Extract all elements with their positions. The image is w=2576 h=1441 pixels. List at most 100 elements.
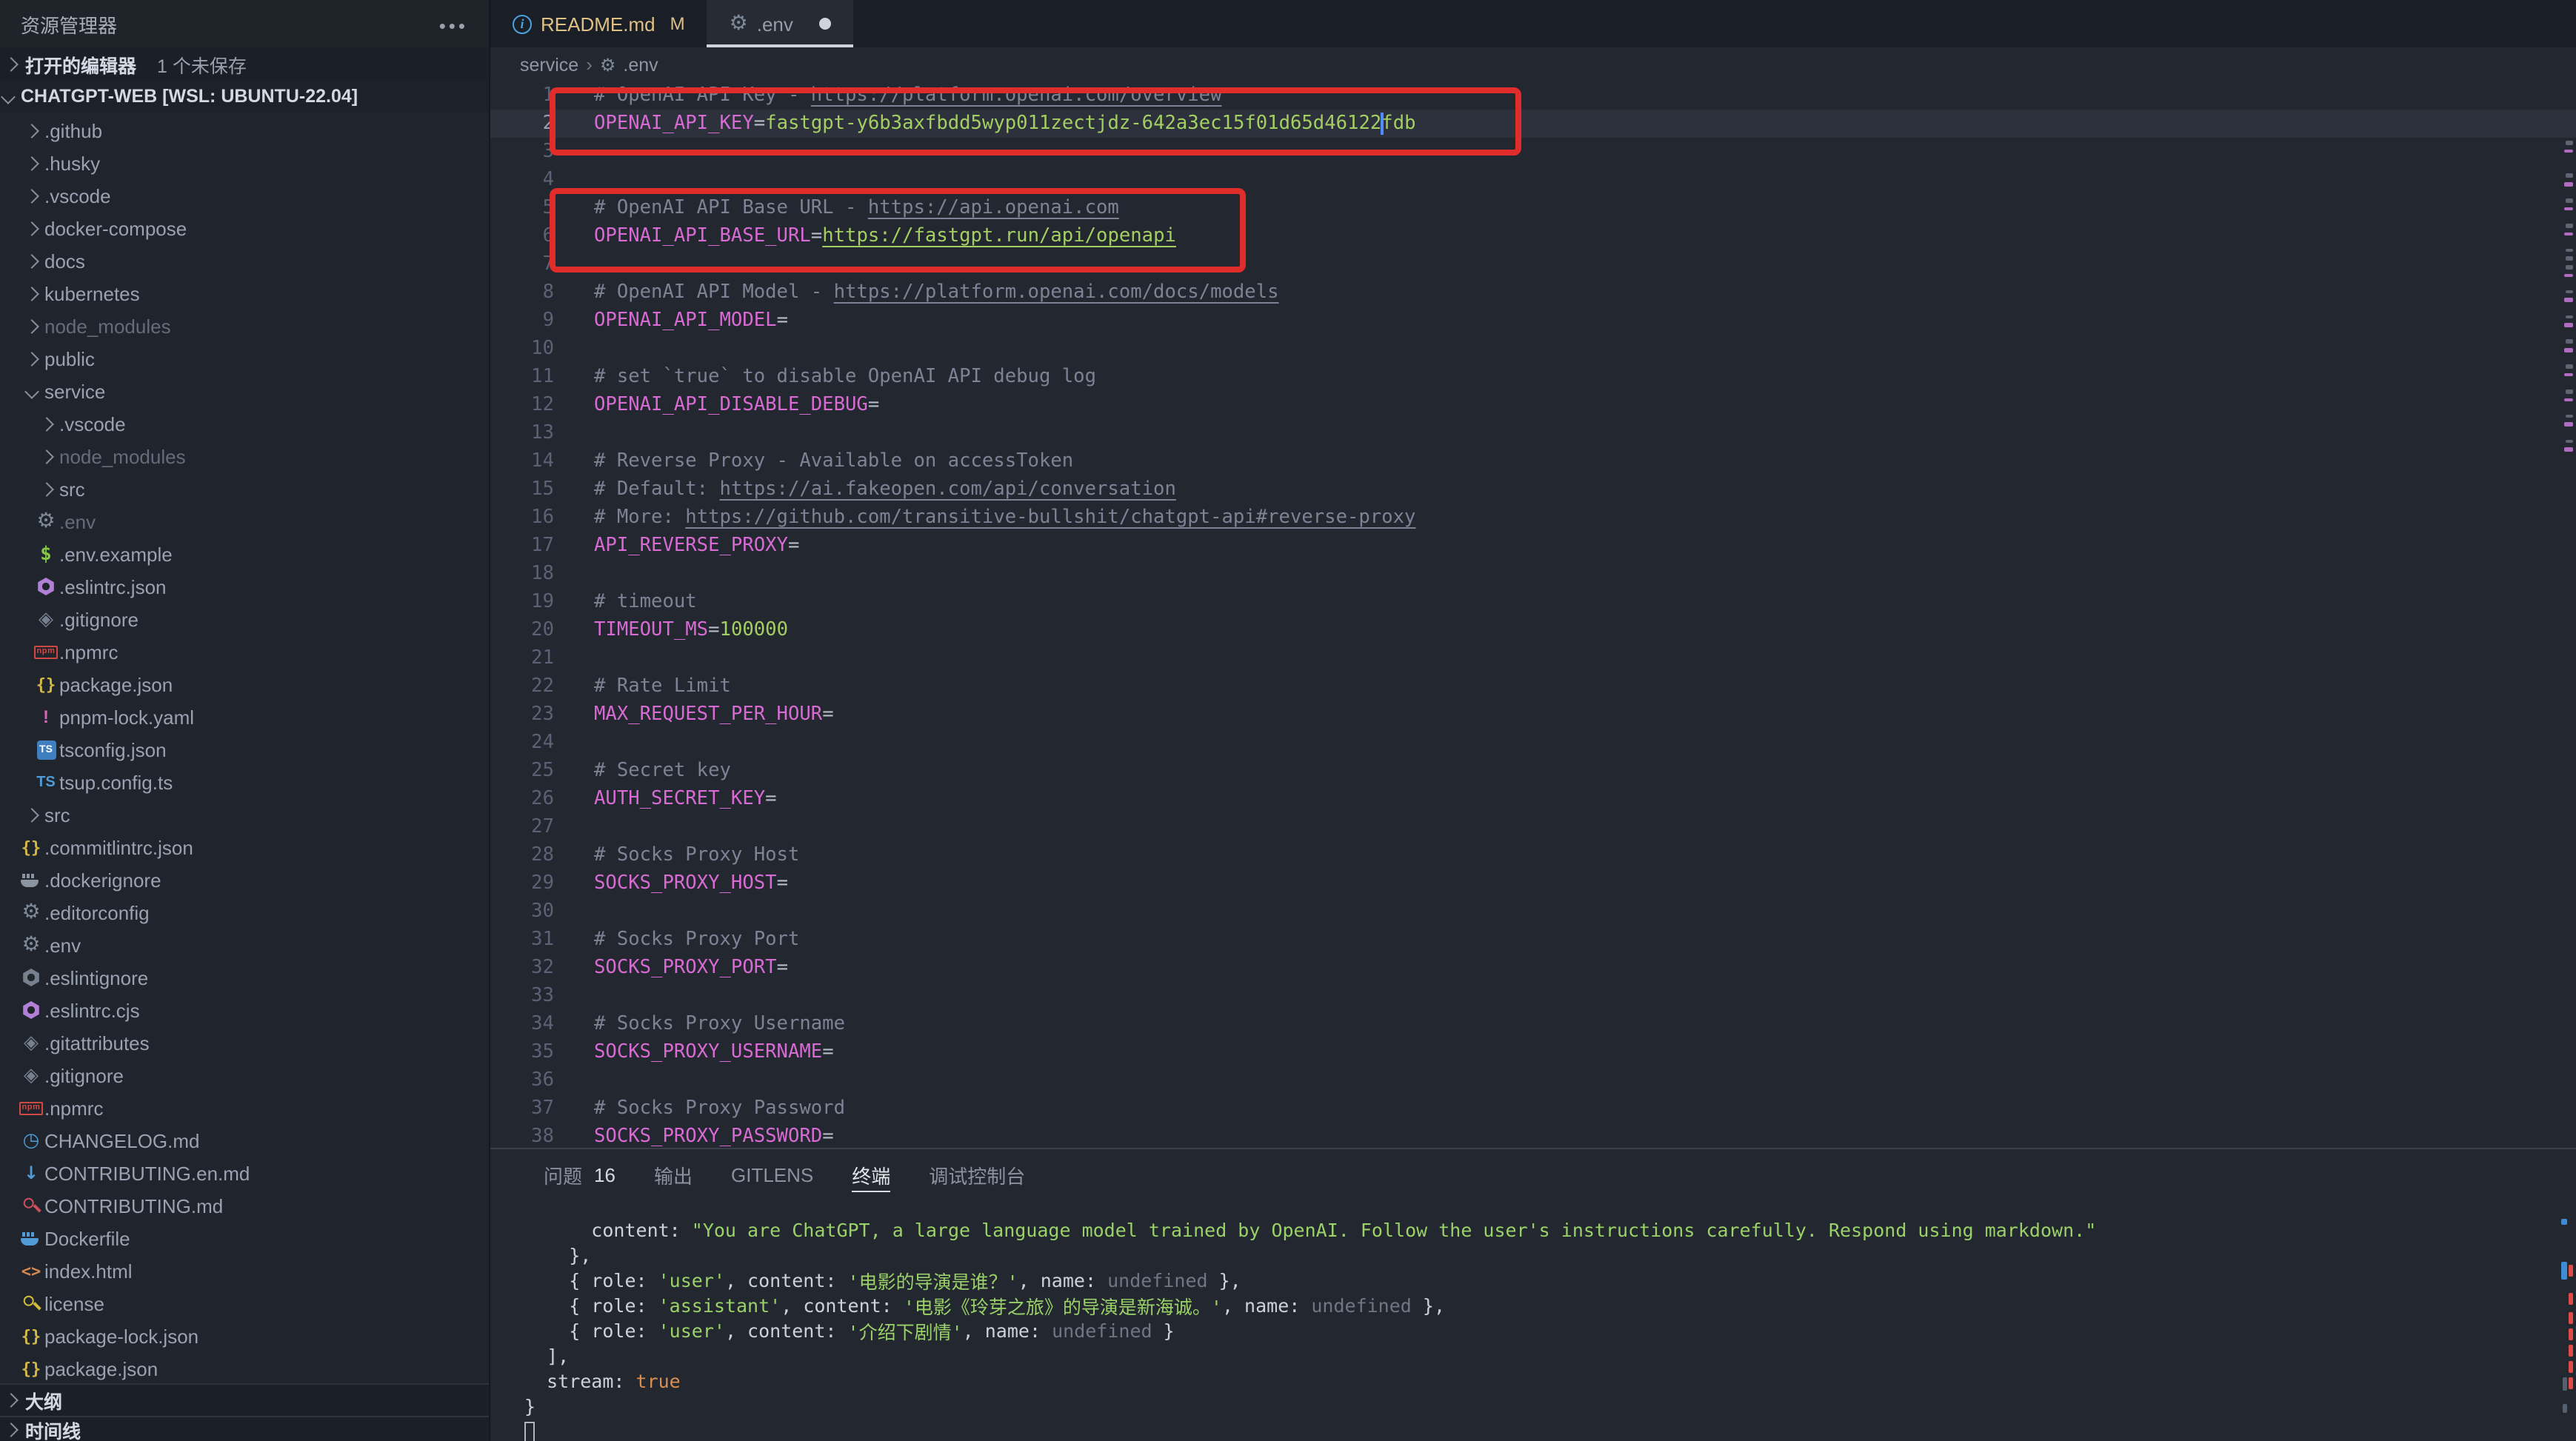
code-line-15[interactable]: 15# Default: https://ai.fakeopen.com/api… (490, 475, 2576, 504)
code-line-33[interactable]: 33 (490, 982, 2576, 1010)
tree-item-public[interactable]: public (0, 342, 489, 375)
code-line-16[interactable]: 16# More: https://github.com/transitive-… (490, 504, 2576, 532)
code-line-17[interactable]: 17API_REVERSE_PROXY= (490, 532, 2576, 560)
tab-env[interactable]: ⚙ .env (707, 0, 854, 47)
breadcrumb-folder[interactable]: service (520, 54, 578, 75)
tree-item-package.json[interactable]: {}package.json (0, 1352, 489, 1385)
panel-tab-terminal[interactable]: 终端 (852, 1149, 890, 1200)
tree-item-CONTRIBUTING.md[interactable]: CONTRIBUTING.md (0, 1189, 489, 1222)
code-line-31[interactable]: 31# Socks Proxy Port (490, 926, 2576, 954)
code-line-26[interactable]: 26AUTH_SECRET_KEY= (490, 785, 2576, 813)
explorer-more-actions-icon[interactable]: ••• (439, 15, 468, 37)
code-line-28[interactable]: 28# Socks Proxy Host (490, 841, 2576, 869)
tree-item-service[interactable]: service (0, 375, 489, 407)
tree-item-Dockerfile[interactable]: Dockerfile (0, 1222, 489, 1254)
tree-item-.eslintrc.cjs[interactable]: .eslintrc.cjs (0, 994, 489, 1026)
tree-item-node_modules[interactable]: node_modules (0, 440, 489, 472)
code-line-32[interactable]: 32SOCKS_PROXY_PORT= (490, 954, 2576, 982)
tree-item-.husky[interactable]: .husky (0, 147, 489, 179)
code-line-14[interactable]: 14# Reverse Proxy - Available on accessT… (490, 447, 2576, 475)
tree-item-CHANGELOG.md[interactable]: ◷CHANGELOG.md (0, 1124, 489, 1157)
tree-item-package.json[interactable]: {}package.json (0, 668, 489, 701)
tree-item-index.html[interactable]: <>index.html (0, 1254, 489, 1287)
panel-tab-problems[interactable]: 问题 16 (544, 1149, 615, 1200)
code-line-10[interactable]: 10 (490, 335, 2576, 363)
code-line-4[interactable]: 4 (490, 166, 2576, 194)
timeline-section[interactable]: 时间线 (0, 1416, 489, 1441)
tree-item-.env.example[interactable]: $.env.example (0, 538, 489, 570)
panel-tab-gitlens[interactable]: GITLENS (731, 1149, 813, 1200)
code-line-18[interactable]: 18 (490, 560, 2576, 588)
code-line-7[interactable]: 7 (490, 250, 2576, 278)
open-editors-section[interactable]: 打开的编辑器 1 个未保存 (0, 47, 489, 80)
panel-tab-output[interactable]: 输出 (654, 1149, 693, 1200)
code-line-8[interactable]: 8# OpenAI API Model - https://platform.o… (490, 278, 2576, 307)
code-line-21[interactable]: 21 (490, 644, 2576, 672)
code-editor[interactable]: 1# OpenAI API Key - https://platform.ope… (490, 81, 2576, 1148)
tree-item-.commitlintrc.json[interactable]: {}.commitlintrc.json (0, 831, 489, 863)
tab-readme[interactable]: i README.md M (490, 0, 707, 47)
terminal-output[interactable]: content: "You are ChatGPT, a large langu… (524, 1217, 2546, 1441)
code-line-25[interactable]: 25# Secret key (490, 757, 2576, 785)
tree-item-src[interactable]: src (0, 798, 489, 831)
tree-item-.vscode[interactable]: .vscode (0, 407, 489, 440)
code-line-2[interactable]: 2OPENAI_API_KEY=fastgpt-y6b3axfbdd5wyp01… (490, 110, 2576, 138)
url-link[interactable]: https://platform.openai.com/overview (811, 84, 1222, 107)
code-line-20[interactable]: 20TIMEOUT_MS=100000 (490, 616, 2576, 644)
code-line-38[interactable]: 38SOCKS_PROXY_PASSWORD= (490, 1123, 2576, 1148)
workspace-root-folder[interactable]: CHATGPT-WEB [WSL: UBUNTU-22.04] (0, 80, 489, 113)
tree-item-tsconfig.json[interactable]: TStsconfig.json (0, 733, 489, 766)
url-link[interactable]: https://fastgpt.run/api/openapi (822, 225, 1176, 247)
unsaved-dot-icon[interactable] (820, 18, 832, 30)
tree-item-license[interactable]: license (0, 1287, 489, 1320)
tree-item-.gitattributes[interactable]: ◈.gitattributes (0, 1026, 489, 1059)
tree-item-.env[interactable]: ⚙.env (0, 505, 489, 538)
tree-item-src[interactable]: src (0, 472, 489, 505)
tree-item-.npmrc[interactable]: npm.npmrc (0, 635, 489, 668)
code-line-27[interactable]: 27 (490, 813, 2576, 841)
url-link[interactable]: https://github.com/transitive-bullshit/c… (685, 506, 1415, 529)
code-line-29[interactable]: 29SOCKS_PROXY_HOST= (490, 869, 2576, 897)
url-link[interactable]: https://ai.fakeopen.com/api/conversation (720, 478, 1176, 501)
code-line-34[interactable]: 34# Socks Proxy Username (490, 1010, 2576, 1038)
tree-item-.github[interactable]: .github (0, 114, 489, 147)
tree-item-.vscode[interactable]: .vscode (0, 179, 489, 212)
tree-item-CONTRIBUTING.en.md[interactable]: ↓CONTRIBUTING.en.md (0, 1157, 489, 1189)
code-line-3[interactable]: 3 (490, 138, 2576, 166)
code-line-11[interactable]: 11# set `true` to disable OpenAI API deb… (490, 363, 2576, 391)
code-line-1[interactable]: 1# OpenAI API Key - https://platform.ope… (490, 81, 2576, 110)
code-line-35[interactable]: 35SOCKS_PROXY_USERNAME= (490, 1038, 2576, 1066)
code-line-36[interactable]: 36 (490, 1066, 2576, 1094)
tree-item-docker-compose[interactable]: docker-compose (0, 212, 489, 244)
panel-tab-debug-console[interactable]: 调试控制台 (929, 1149, 1025, 1200)
breadcrumb-file[interactable]: .env (623, 54, 658, 75)
code-line-37[interactable]: 37# Socks Proxy Password (490, 1094, 2576, 1123)
tree-item-docs[interactable]: docs (0, 244, 489, 277)
url-link[interactable]: https://platform.openai.com/docs/models (834, 281, 1279, 304)
tree-item-kubernetes[interactable]: kubernetes (0, 277, 489, 310)
tree-item-.editorconfig[interactable]: ⚙.editorconfig (0, 896, 489, 929)
code-line-22[interactable]: 22# Rate Limit (490, 672, 2576, 701)
tree-item-.gitignore[interactable]: ◈.gitignore (0, 603, 489, 635)
code-line-19[interactable]: 19# timeout (490, 588, 2576, 616)
url-link[interactable]: https://api.openai.com (868, 197, 1119, 219)
tree-item-.eslintignore[interactable]: .eslintignore (0, 961, 489, 994)
code-line-6[interactable]: 6OPENAI_API_BASE_URL=https://fastgpt.run… (490, 222, 2576, 250)
tree-item-.eslintrc.json[interactable]: .eslintrc.json (0, 570, 489, 603)
code-line-12[interactable]: 12OPENAI_API_DISABLE_DEBUG= (490, 391, 2576, 419)
tree-item-node_modules[interactable]: node_modules (0, 310, 489, 342)
tree-item-.npmrc[interactable]: npm.npmrc (0, 1091, 489, 1124)
tree-item-pnpm-lock.yaml[interactable]: !pnpm-lock.yaml (0, 701, 489, 733)
code-line-5[interactable]: 5# OpenAI API Base URL - https://api.ope… (490, 194, 2576, 222)
code-line-13[interactable]: 13 (490, 419, 2576, 447)
tree-item-tsup.config.ts[interactable]: TStsup.config.ts (0, 766, 489, 798)
code-line-24[interactable]: 24 (490, 729, 2576, 757)
outline-section[interactable]: 大纲 (0, 1383, 489, 1416)
code-line-30[interactable]: 30 (490, 897, 2576, 926)
tree-item-.env[interactable]: ⚙.env (0, 929, 489, 961)
tree-item-package-lock.json[interactable]: {}package-lock.json (0, 1320, 489, 1352)
minimap[interactable] (2563, 81, 2576, 1148)
code-line-23[interactable]: 23MAX_REQUEST_PER_HOUR= (490, 701, 2576, 729)
code-line-9[interactable]: 9OPENAI_API_MODEL= (490, 307, 2576, 335)
tree-item-.dockerignore[interactable]: .dockerignore (0, 863, 489, 896)
